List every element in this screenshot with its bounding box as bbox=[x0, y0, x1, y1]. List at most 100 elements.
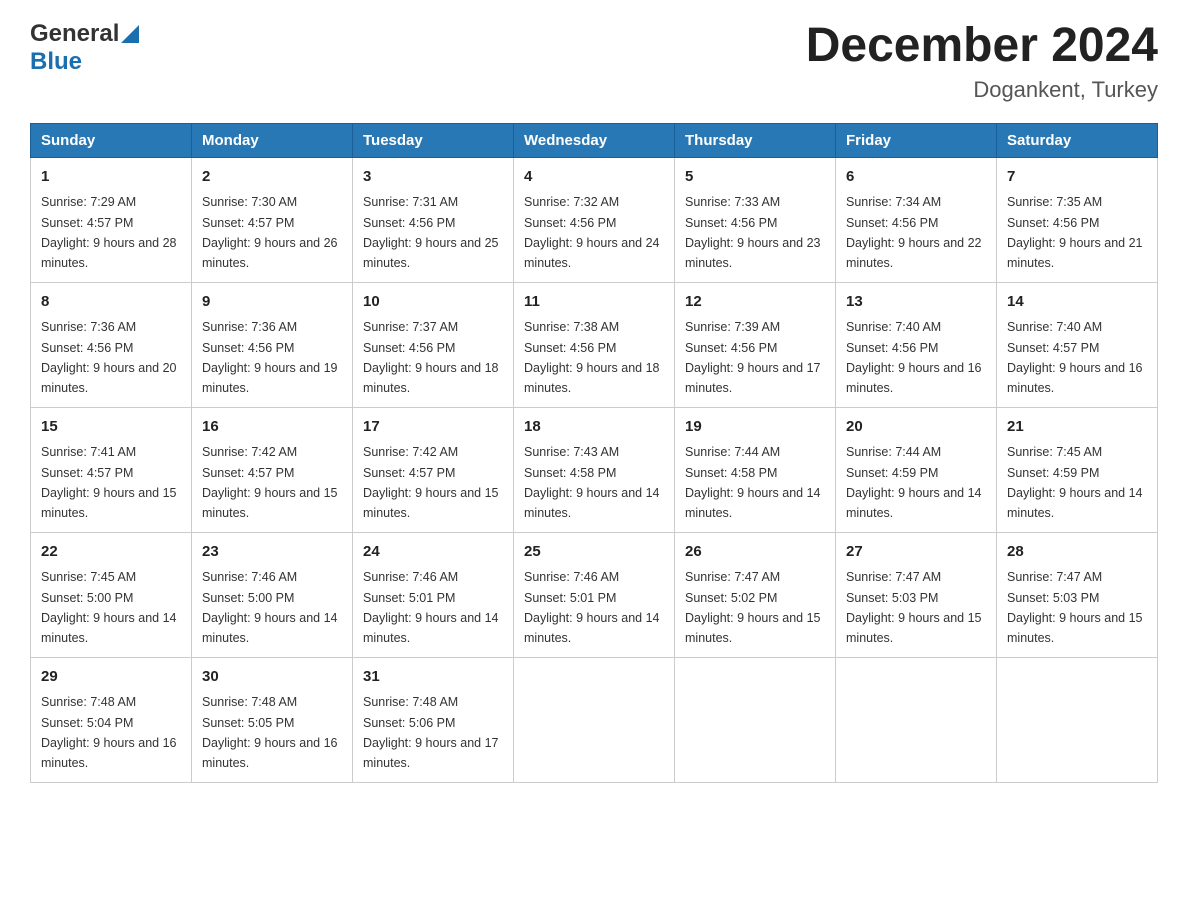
calendar-cell: 18 Sunrise: 7:43 AMSunset: 4:58 PMDaylig… bbox=[514, 407, 675, 532]
day-number: 31 bbox=[363, 666, 503, 689]
day-number: 29 bbox=[41, 666, 181, 689]
calendar-cell: 19 Sunrise: 7:44 AMSunset: 4:58 PMDaylig… bbox=[675, 407, 836, 532]
day-info: Sunrise: 7:48 AMSunset: 5:04 PMDaylight:… bbox=[41, 695, 177, 770]
day-number: 14 bbox=[1007, 291, 1147, 314]
day-number: 10 bbox=[363, 291, 503, 314]
day-info: Sunrise: 7:41 AMSunset: 4:57 PMDaylight:… bbox=[41, 445, 177, 520]
day-number: 25 bbox=[524, 541, 664, 564]
day-number: 28 bbox=[1007, 541, 1147, 564]
calendar-cell: 21 Sunrise: 7:45 AMSunset: 4:59 PMDaylig… bbox=[997, 407, 1158, 532]
day-number: 15 bbox=[41, 416, 181, 439]
calendar-cell bbox=[997, 657, 1158, 782]
day-info: Sunrise: 7:29 AMSunset: 4:57 PMDaylight:… bbox=[41, 195, 177, 270]
calendar-cell: 6 Sunrise: 7:34 AMSunset: 4:56 PMDayligh… bbox=[836, 157, 997, 282]
day-info: Sunrise: 7:31 AMSunset: 4:56 PMDaylight:… bbox=[363, 195, 499, 270]
day-number: 4 bbox=[524, 166, 664, 189]
calendar-cell: 28 Sunrise: 7:47 AMSunset: 5:03 PMDaylig… bbox=[997, 532, 1158, 657]
calendar-cell bbox=[514, 657, 675, 782]
weekday-header-friday: Friday bbox=[836, 123, 997, 157]
day-info: Sunrise: 7:47 AMSunset: 5:02 PMDaylight:… bbox=[685, 570, 821, 645]
weekday-header-tuesday: Tuesday bbox=[353, 123, 514, 157]
calendar-cell: 27 Sunrise: 7:47 AMSunset: 5:03 PMDaylig… bbox=[836, 532, 997, 657]
day-info: Sunrise: 7:42 AMSunset: 4:57 PMDaylight:… bbox=[202, 445, 338, 520]
calendar-cell: 24 Sunrise: 7:46 AMSunset: 5:01 PMDaylig… bbox=[353, 532, 514, 657]
day-info: Sunrise: 7:45 AMSunset: 5:00 PMDaylight:… bbox=[41, 570, 177, 645]
weekday-header-sunday: Sunday bbox=[31, 123, 192, 157]
calendar-table: SundayMondayTuesdayWednesdayThursdayFrid… bbox=[30, 123, 1158, 783]
day-number: 23 bbox=[202, 541, 342, 564]
calendar-location: Dogankent, Turkey bbox=[806, 77, 1158, 103]
day-info: Sunrise: 7:48 AMSunset: 5:06 PMDaylight:… bbox=[363, 695, 499, 770]
week-row-1: 1 Sunrise: 7:29 AMSunset: 4:57 PMDayligh… bbox=[31, 157, 1158, 282]
calendar-cell: 13 Sunrise: 7:40 AMSunset: 4:56 PMDaylig… bbox=[836, 282, 997, 407]
day-number: 6 bbox=[846, 166, 986, 189]
calendar-cell: 15 Sunrise: 7:41 AMSunset: 4:57 PMDaylig… bbox=[31, 407, 192, 532]
weekday-header-wednesday: Wednesday bbox=[514, 123, 675, 157]
calendar-cell: 3 Sunrise: 7:31 AMSunset: 4:56 PMDayligh… bbox=[353, 157, 514, 282]
day-info: Sunrise: 7:36 AMSunset: 4:56 PMDaylight:… bbox=[202, 320, 338, 395]
day-info: Sunrise: 7:45 AMSunset: 4:59 PMDaylight:… bbox=[1007, 445, 1143, 520]
week-row-3: 15 Sunrise: 7:41 AMSunset: 4:57 PMDaylig… bbox=[31, 407, 1158, 532]
day-info: Sunrise: 7:33 AMSunset: 4:56 PMDaylight:… bbox=[685, 195, 821, 270]
day-number: 3 bbox=[363, 166, 503, 189]
day-number: 11 bbox=[524, 291, 664, 314]
calendar-cell: 23 Sunrise: 7:46 AMSunset: 5:00 PMDaylig… bbox=[192, 532, 353, 657]
day-info: Sunrise: 7:40 AMSunset: 4:57 PMDaylight:… bbox=[1007, 320, 1143, 395]
weekday-header-monday: Monday bbox=[192, 123, 353, 157]
week-row-2: 8 Sunrise: 7:36 AMSunset: 4:56 PMDayligh… bbox=[31, 282, 1158, 407]
day-number: 16 bbox=[202, 416, 342, 439]
logo-triangle-icon bbox=[121, 25, 139, 43]
day-info: Sunrise: 7:36 AMSunset: 4:56 PMDaylight:… bbox=[41, 320, 177, 395]
calendar-cell: 26 Sunrise: 7:47 AMSunset: 5:02 PMDaylig… bbox=[675, 532, 836, 657]
day-number: 12 bbox=[685, 291, 825, 314]
calendar-month-year: December 2024 bbox=[806, 20, 1158, 73]
weekday-header-thursday: Thursday bbox=[675, 123, 836, 157]
day-number: 18 bbox=[524, 416, 664, 439]
day-number: 21 bbox=[1007, 416, 1147, 439]
calendar-header-row: SundayMondayTuesdayWednesdayThursdayFrid… bbox=[31, 123, 1158, 157]
day-info: Sunrise: 7:46 AMSunset: 5:01 PMDaylight:… bbox=[524, 570, 660, 645]
day-number: 17 bbox=[363, 416, 503, 439]
day-number: 1 bbox=[41, 166, 181, 189]
day-info: Sunrise: 7:44 AMSunset: 4:58 PMDaylight:… bbox=[685, 445, 821, 520]
calendar-cell: 1 Sunrise: 7:29 AMSunset: 4:57 PMDayligh… bbox=[31, 157, 192, 282]
page-header: General Blue December 2024 Dogankent, Tu… bbox=[30, 20, 1158, 103]
day-info: Sunrise: 7:39 AMSunset: 4:56 PMDaylight:… bbox=[685, 320, 821, 395]
day-info: Sunrise: 7:46 AMSunset: 5:01 PMDaylight:… bbox=[363, 570, 499, 645]
day-info: Sunrise: 7:44 AMSunset: 4:59 PMDaylight:… bbox=[846, 445, 982, 520]
day-info: Sunrise: 7:38 AMSunset: 4:56 PMDaylight:… bbox=[524, 320, 660, 395]
calendar-cell: 29 Sunrise: 7:48 AMSunset: 5:04 PMDaylig… bbox=[31, 657, 192, 782]
day-number: 8 bbox=[41, 291, 181, 314]
logo-general-text: General bbox=[30, 20, 119, 48]
calendar-title-block: December 2024 Dogankent, Turkey bbox=[806, 20, 1158, 103]
calendar-cell: 4 Sunrise: 7:32 AMSunset: 4:56 PMDayligh… bbox=[514, 157, 675, 282]
day-info: Sunrise: 7:35 AMSunset: 4:56 PMDaylight:… bbox=[1007, 195, 1143, 270]
calendar-cell: 12 Sunrise: 7:39 AMSunset: 4:56 PMDaylig… bbox=[675, 282, 836, 407]
day-number: 26 bbox=[685, 541, 825, 564]
day-number: 9 bbox=[202, 291, 342, 314]
calendar-cell: 22 Sunrise: 7:45 AMSunset: 5:00 PMDaylig… bbox=[31, 532, 192, 657]
calendar-cell: 25 Sunrise: 7:46 AMSunset: 5:01 PMDaylig… bbox=[514, 532, 675, 657]
calendar-cell: 17 Sunrise: 7:42 AMSunset: 4:57 PMDaylig… bbox=[353, 407, 514, 532]
calendar-cell: 20 Sunrise: 7:44 AMSunset: 4:59 PMDaylig… bbox=[836, 407, 997, 532]
calendar-cell: 11 Sunrise: 7:38 AMSunset: 4:56 PMDaylig… bbox=[514, 282, 675, 407]
weekday-header-saturday: Saturday bbox=[997, 123, 1158, 157]
calendar-cell: 14 Sunrise: 7:40 AMSunset: 4:57 PMDaylig… bbox=[997, 282, 1158, 407]
day-info: Sunrise: 7:37 AMSunset: 4:56 PMDaylight:… bbox=[363, 320, 499, 395]
day-number: 2 bbox=[202, 166, 342, 189]
day-info: Sunrise: 7:32 AMSunset: 4:56 PMDaylight:… bbox=[524, 195, 660, 270]
week-row-4: 22 Sunrise: 7:45 AMSunset: 5:00 PMDaylig… bbox=[31, 532, 1158, 657]
calendar-cell: 31 Sunrise: 7:48 AMSunset: 5:06 PMDaylig… bbox=[353, 657, 514, 782]
day-number: 24 bbox=[363, 541, 503, 564]
day-number: 5 bbox=[685, 166, 825, 189]
day-info: Sunrise: 7:48 AMSunset: 5:05 PMDaylight:… bbox=[202, 695, 338, 770]
calendar-cell: 2 Sunrise: 7:30 AMSunset: 4:57 PMDayligh… bbox=[192, 157, 353, 282]
day-info: Sunrise: 7:46 AMSunset: 5:00 PMDaylight:… bbox=[202, 570, 338, 645]
calendar-cell bbox=[675, 657, 836, 782]
day-number: 27 bbox=[846, 541, 986, 564]
calendar-cell: 10 Sunrise: 7:37 AMSunset: 4:56 PMDaylig… bbox=[353, 282, 514, 407]
logo: General Blue bbox=[30, 20, 139, 76]
day-number: 22 bbox=[41, 541, 181, 564]
day-number: 19 bbox=[685, 416, 825, 439]
day-number: 30 bbox=[202, 666, 342, 689]
